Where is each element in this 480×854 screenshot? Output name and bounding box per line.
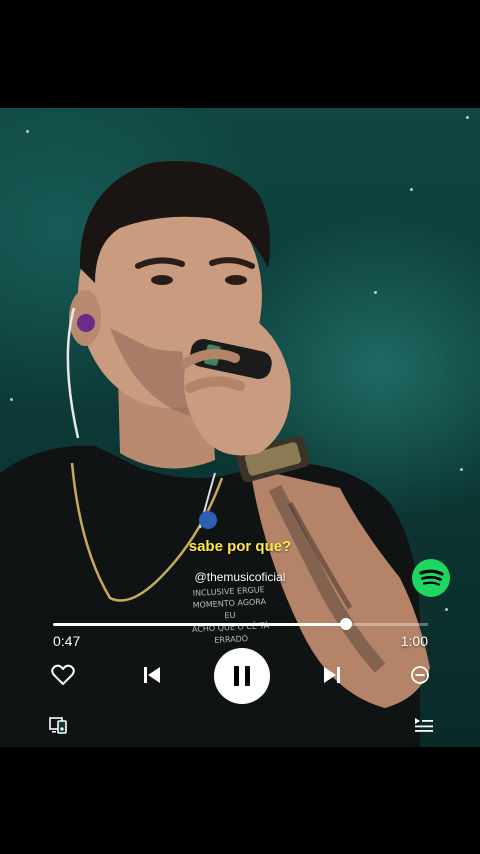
- current-time: 0:47: [53, 633, 81, 649]
- progress-bar-remaining[interactable]: [346, 623, 428, 626]
- account-handle: @themusicoficial: [194, 570, 286, 584]
- queue-icon[interactable]: [412, 715, 436, 735]
- pause-icon: [234, 666, 250, 686]
- skip-previous-icon[interactable]: [140, 663, 164, 687]
- minus-circle-icon[interactable]: [408, 663, 432, 687]
- progress-bar-played[interactable]: [53, 623, 346, 626]
- total-time: 1:00: [400, 633, 428, 649]
- heart-icon[interactable]: [50, 662, 76, 688]
- spotify-logo-icon[interactable]: [412, 559, 450, 597]
- progress-knob[interactable]: [340, 618, 352, 630]
- shirt-print-text: INCLUSIVE ERGUE MOMENTO AGORA EU ACHO QU…: [188, 584, 271, 648]
- pause-button[interactable]: [214, 648, 270, 704]
- skip-next-icon[interactable]: [320, 663, 344, 687]
- devices-icon[interactable]: [48, 715, 72, 735]
- video-frame: sabe por que? @themusicoficial INCLUSIVE…: [0, 108, 480, 747]
- lyric-caption: sabe por que?: [188, 538, 292, 555]
